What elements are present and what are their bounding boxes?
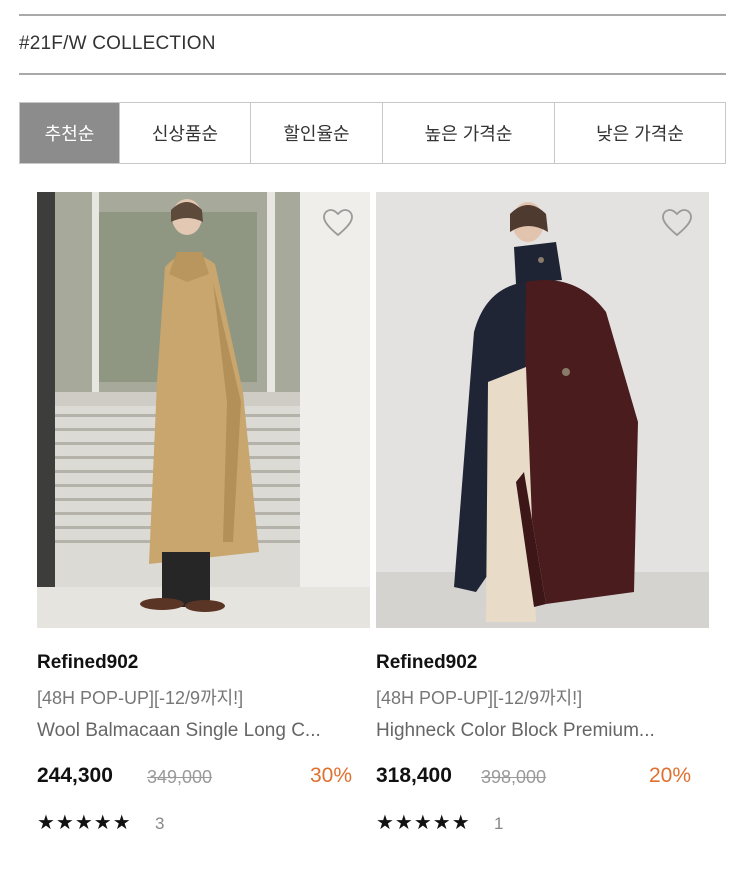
product-name[interactable]: Wool Balmacaan Single Long C...	[37, 720, 357, 742]
review-count: 1	[494, 814, 504, 833]
sort-tab-discount-rate[interactable]: 할인율순	[251, 103, 383, 163]
product-brand: Refined902	[376, 652, 478, 673]
product-price: 318,400	[376, 764, 452, 787]
top-divider	[19, 14, 726, 16]
review-count: 3	[155, 814, 165, 833]
sort-tabs: 추천순 신상품순 할인율순 높은 가격순 낮은 가격순	[19, 102, 726, 164]
product-original-price: 398,000	[481, 767, 547, 787]
product-card[interactable]: Refined902 [48H POP-UP][-12/9까지!] Wool B…	[37, 192, 370, 834]
product-discount: 30%	[309, 764, 352, 787]
product-name[interactable]: Highneck Color Block Premium...	[376, 720, 696, 742]
rating-stars-icon: ★★★★★	[376, 812, 471, 834]
product-discount: 20%	[648, 764, 691, 787]
product-promo: [48H POP-UP][-12/9까지!]	[37, 688, 244, 708]
section-title: #21F/W COLLECTION	[19, 33, 216, 54]
product-image[interactable]	[37, 192, 370, 628]
sort-tab-recommended[interactable]: 추천순	[20, 103, 120, 163]
product-brand: Refined902	[37, 652, 139, 673]
product-promo: [48H POP-UP][-12/9까지!]	[376, 688, 583, 708]
product-image[interactable]	[376, 192, 709, 628]
product-card[interactable]: Refined902 [48H POP-UP][-12/9까지!] Highne…	[376, 192, 709, 834]
wishlist-heart-icon[interactable]	[661, 208, 693, 238]
sort-tab-high-price[interactable]: 높은 가격순	[383, 103, 555, 163]
rating-stars-icon: ★★★★★	[37, 812, 132, 834]
sort-tab-low-price[interactable]: 낮은 가격순	[555, 103, 725, 163]
wishlist-heart-icon[interactable]	[322, 208, 354, 238]
sort-tab-newest[interactable]: 신상품순	[120, 103, 251, 163]
product-price: 244,300	[37, 764, 113, 787]
section-divider	[19, 73, 726, 75]
product-original-price: 349,000	[147, 767, 213, 787]
